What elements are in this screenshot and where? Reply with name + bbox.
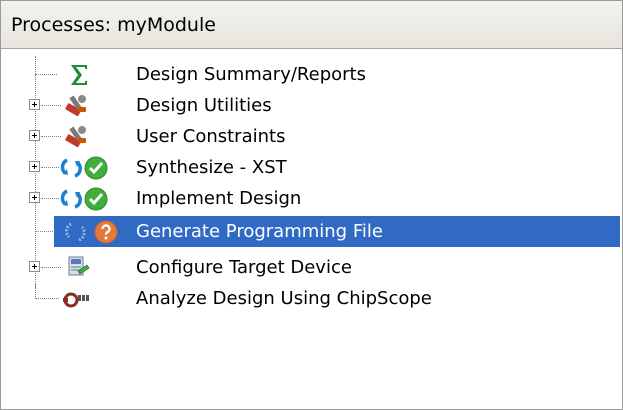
tree-item-label: User Constraints	[136, 126, 286, 147]
tree-item-synthesize-xst[interactable]: Synthesize - XST	[1, 152, 622, 183]
tree-item-user-constraints[interactable]: User Constraints	[1, 121, 622, 152]
expand-plus-icon[interactable]	[29, 192, 40, 203]
tools-icon	[65, 126, 86, 148]
tree-connector	[35, 74, 57, 75]
expand-plus-icon[interactable]	[29, 161, 40, 172]
tools-icon	[65, 95, 86, 117]
chipscope-icon	[63, 292, 89, 308]
check-circle-icon	[84, 156, 108, 180]
tree-item-label: Implement Design	[136, 188, 302, 209]
tree-item-configure-target-device[interactable]: Configure Target Device	[1, 252, 622, 283]
tree-trunk-line-end	[35, 283, 36, 299]
expand-plus-icon[interactable]	[29, 99, 40, 110]
question-circle-icon	[94, 220, 118, 244]
tree-item-generate-programming-file[interactable]: Generate Programming File	[1, 216, 622, 247]
tree-item-implement-design[interactable]: Implement Design	[1, 183, 622, 214]
refresh-icon	[60, 189, 82, 209]
panel-title: Processes: myModule	[1, 0, 622, 49]
processes-panel: Processes: myModule Design Summary/Repor…	[0, 0, 623, 410]
expand-plus-icon[interactable]	[29, 130, 40, 141]
tree-connector	[41, 198, 59, 199]
tree-item-label: Generate Programming File	[136, 221, 383, 242]
tree-connector	[41, 105, 61, 106]
tree-item-design-utilities[interactable]: Design Utilities	[1, 90, 622, 121]
refresh-icon	[60, 158, 82, 178]
tree-connector	[41, 167, 59, 168]
expand-plus-icon[interactable]	[29, 261, 40, 272]
tree-connector	[41, 136, 61, 137]
tree-item-analyze-design-chipscope[interactable]: Analyze Design Using ChipScope	[1, 283, 622, 314]
tree-item-label: Design Summary/Reports	[136, 64, 366, 85]
check-circle-icon	[84, 187, 108, 211]
refresh-icon	[65, 222, 86, 242]
tree-connector	[35, 298, 59, 299]
tree-item-label: Design Utilities	[136, 95, 272, 116]
tree-connector	[35, 231, 55, 232]
tree-item-label: Synthesize - XST	[136, 157, 287, 178]
tree-item-design-summary[interactable]: Design Summary/Reports	[1, 59, 622, 90]
tree-connector	[41, 267, 61, 268]
device-icon	[68, 256, 90, 276]
tree-item-label: Configure Target Device	[136, 257, 352, 278]
tree-item-label: Analyze Design Using ChipScope	[136, 288, 432, 309]
sigma-icon	[71, 65, 87, 85]
